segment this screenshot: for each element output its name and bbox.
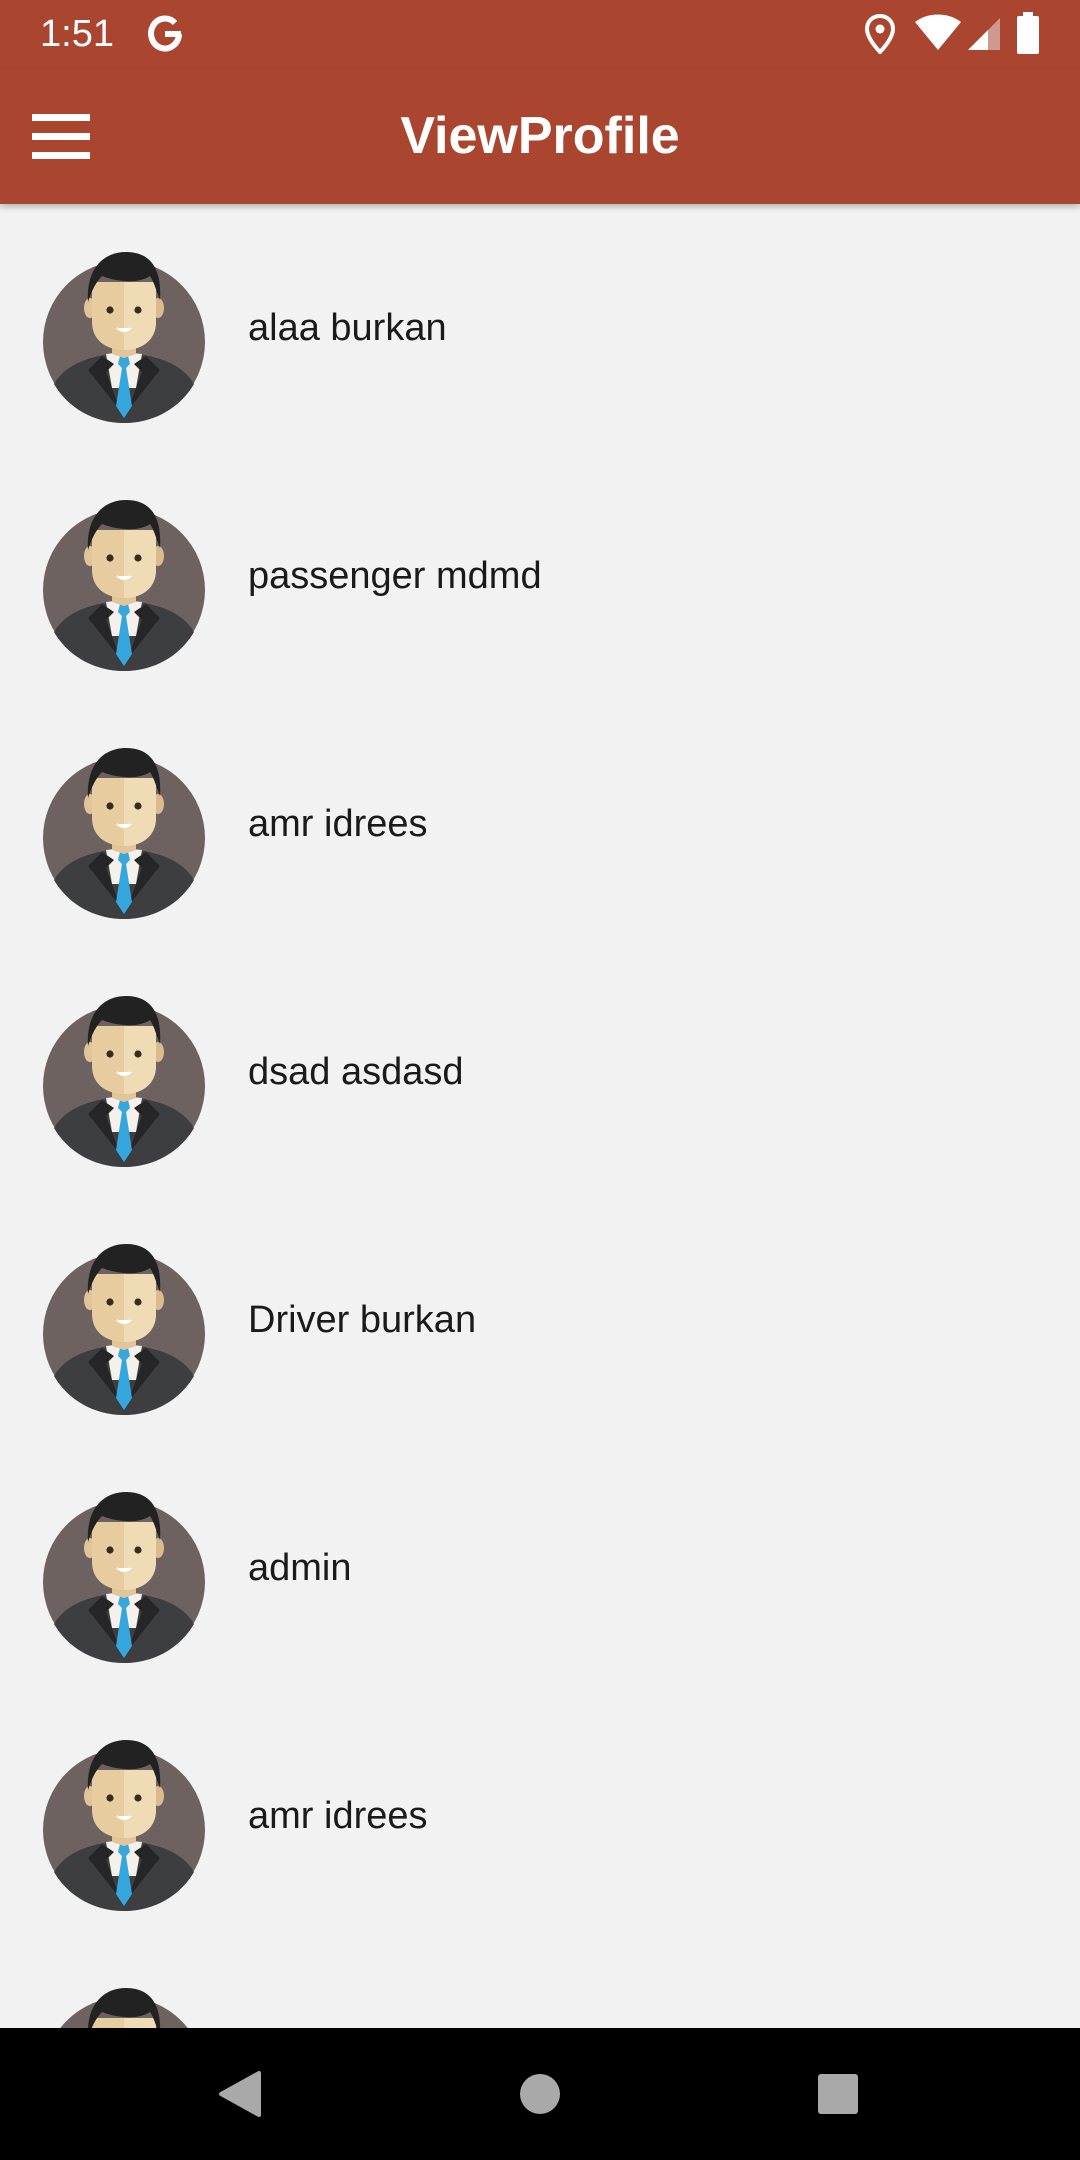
avatar-image bbox=[43, 1492, 205, 1663]
avatar-image bbox=[43, 996, 205, 1167]
home-icon bbox=[520, 2074, 560, 2114]
avatar bbox=[42, 496, 206, 674]
wifi-icon bbox=[915, 14, 961, 50]
status-time: 1:51 bbox=[40, 13, 114, 55]
location-icon bbox=[864, 14, 896, 54]
avatar bbox=[42, 1488, 206, 1666]
avatar bbox=[42, 1240, 206, 1418]
profile-name: dsad asdasd bbox=[248, 1050, 464, 1093]
avatar-image bbox=[43, 748, 205, 919]
profile-list-item[interactable]: alaa burkan bbox=[0, 204, 1080, 452]
avatar bbox=[42, 248, 206, 426]
profile-name: amr idrees bbox=[248, 802, 428, 845]
navigation-bar bbox=[0, 2028, 1080, 2160]
app-bar: ViewProfile bbox=[0, 68, 1080, 204]
avatar-image bbox=[43, 1244, 205, 1415]
profile-list-item[interactable]: dsad asdasd bbox=[0, 948, 1080, 1196]
profile-name: alaa burkan bbox=[248, 306, 447, 349]
profile-list-item[interactable] bbox=[0, 1940, 1080, 2028]
status-bar: 1:51 bbox=[0, 0, 1080, 68]
profile-list-item[interactable]: Driver burkan bbox=[0, 1196, 1080, 1444]
signal-icon bbox=[968, 18, 1000, 50]
screen: 1:51 ViewProfile alaa burkan passenger m… bbox=[0, 0, 1080, 2160]
profile-list-item[interactable]: passenger mdmd bbox=[0, 452, 1080, 700]
avatar-image bbox=[43, 252, 205, 423]
avatar-image bbox=[43, 1740, 205, 1911]
hamburger-menu-icon bbox=[32, 114, 90, 159]
avatar bbox=[42, 992, 206, 1170]
avatar-image bbox=[60, 1988, 188, 2028]
profile-name: amr idrees bbox=[248, 1794, 428, 1837]
back-button[interactable] bbox=[200, 2054, 280, 2134]
avatar bbox=[42, 1736, 206, 1914]
avatar-image bbox=[43, 500, 205, 671]
home-button[interactable] bbox=[500, 2054, 580, 2134]
page-title: ViewProfile bbox=[400, 107, 680, 165]
google-g-icon bbox=[148, 15, 182, 52]
profile-list[interactable]: alaa burkan passenger mdmd amr idrees ds… bbox=[0, 204, 1080, 2028]
avatar bbox=[42, 744, 206, 922]
profile-name: admin bbox=[248, 1546, 352, 1589]
profile-name: passenger mdmd bbox=[248, 554, 542, 597]
recents-button[interactable] bbox=[798, 2054, 878, 2134]
avatar bbox=[42, 1984, 206, 2028]
recents-icon bbox=[818, 2074, 858, 2114]
menu-button[interactable] bbox=[22, 98, 102, 174]
profile-list-item[interactable]: admin bbox=[0, 1444, 1080, 1692]
profile-name: Driver burkan bbox=[248, 1298, 477, 1341]
battery-icon bbox=[1017, 12, 1039, 54]
back-icon bbox=[219, 2071, 261, 2117]
profile-list-item[interactable]: amr idrees bbox=[0, 700, 1080, 948]
profile-list-item[interactable]: amr idrees bbox=[0, 1692, 1080, 1940]
